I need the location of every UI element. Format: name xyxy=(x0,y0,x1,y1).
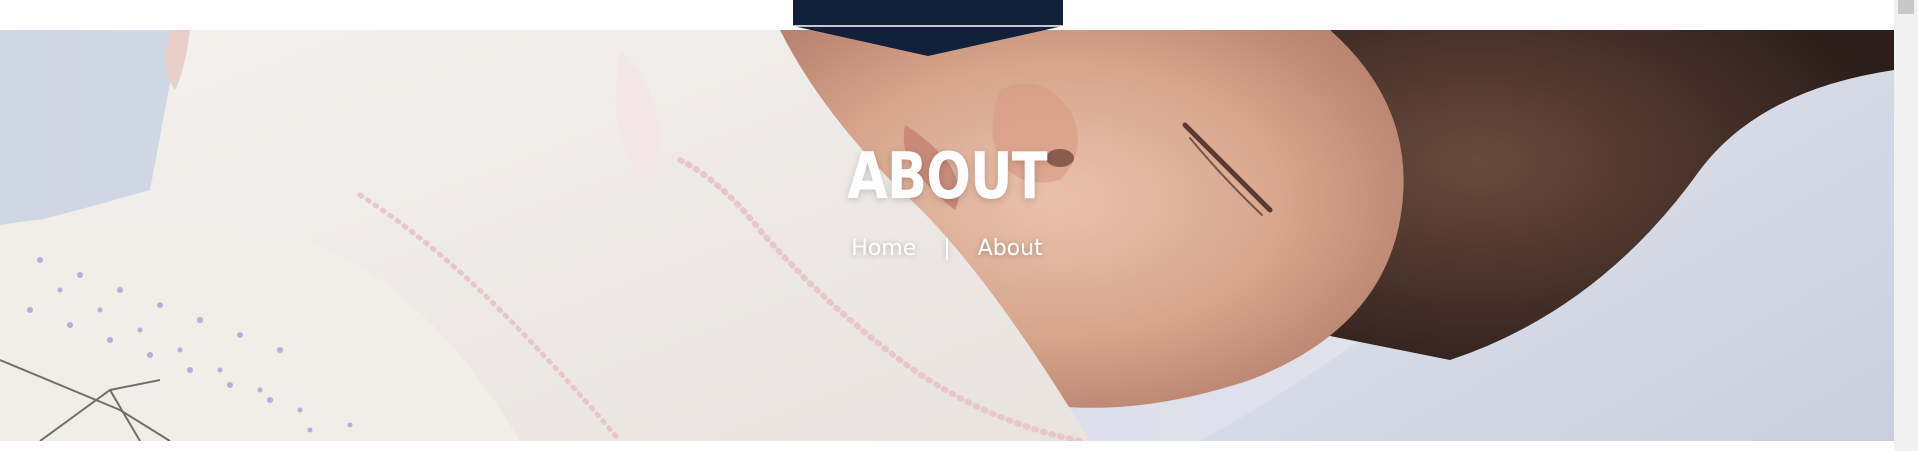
page-title: ABOUT xyxy=(847,140,1047,214)
content-divider xyxy=(0,441,1894,451)
page: ABOUT Home | About xyxy=(0,0,1918,451)
vertical-scrollbar[interactable] xyxy=(1894,0,1918,451)
breadcrumb-separator: | xyxy=(943,236,951,261)
breadcrumb-home-link[interactable]: Home xyxy=(851,236,916,261)
header-tab-badge xyxy=(793,0,1063,56)
breadcrumb: Home | About xyxy=(0,236,1894,261)
scrollbar-thumb[interactable] xyxy=(1898,0,1914,14)
breadcrumb-current: About xyxy=(977,236,1043,261)
